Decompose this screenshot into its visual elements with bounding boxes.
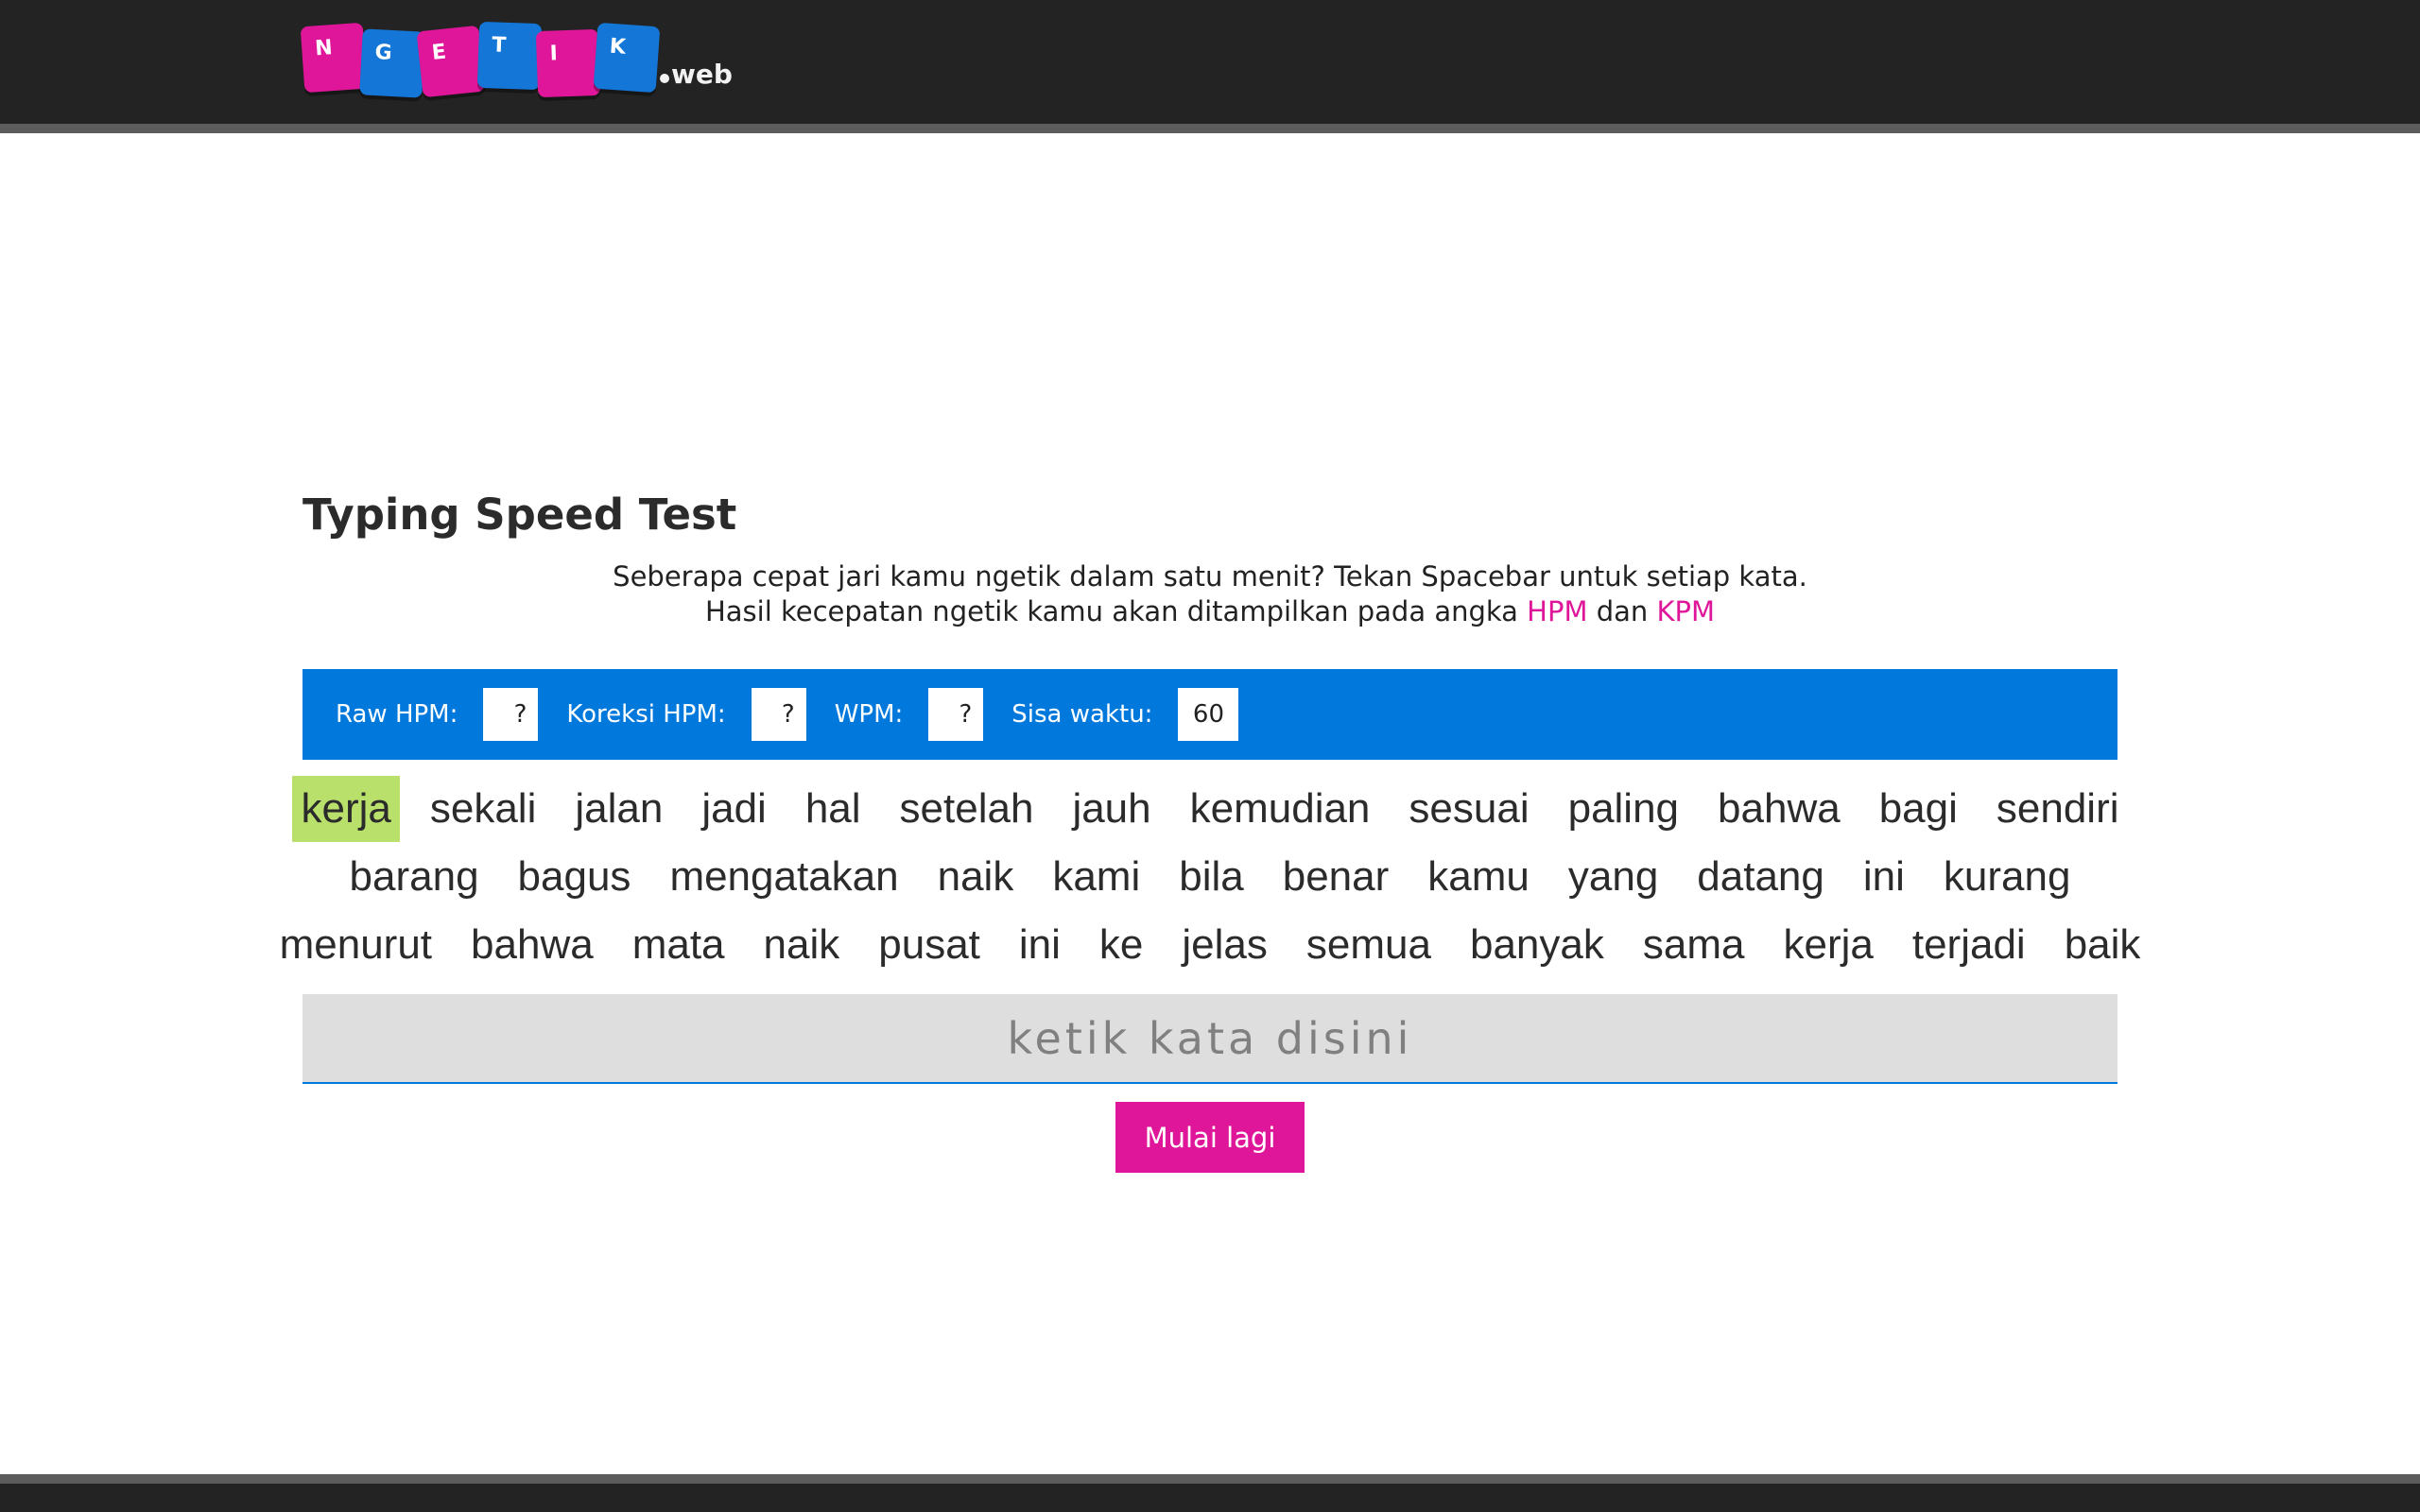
logo-key-t: T [476,21,543,91]
word: mata [631,921,725,968]
word: paling [1567,785,1680,832]
word-list: kerja sekali jalan jadi hal setelah jauh kemudi… [280,775,2141,979]
word: sama [1642,921,1745,968]
intro-text: Seberapa cepat jari kamu ngetik dalam sa… [302,559,2118,629]
header-divider [0,124,2420,133]
word: ke [1098,921,1144,968]
word: jelas [1182,921,1268,968]
word: semua [1305,921,1431,968]
word-line: menurut bahwa mata naik pusat ini ke jelas semua… [280,911,2141,979]
word: datang [1697,853,1824,900]
word: mengatakan [669,853,899,900]
sisa-waktu-value: 60 [1178,688,1239,741]
word: jauh [1072,785,1151,832]
current-word: kerja [292,776,400,842]
intro-kpm: KPM [1656,595,1716,627]
word: barang [349,853,479,900]
word: ini [1862,853,1905,900]
logo-key-n: N [300,22,368,94]
sisa-waktu-label: Sisa waktu: [1011,700,1153,729]
word: bagus [517,853,631,900]
koreksi-hpm-label: Koreksi HPM: [566,700,726,729]
word: pusat [878,921,980,968]
page-title: Typing Speed Test [302,490,737,540]
word: sesuai [1409,785,1530,832]
intro-hpm: HPM [1527,595,1588,627]
word: setelah [899,785,1034,832]
word: terjadi [1911,921,2026,968]
word: benar [1282,853,1390,900]
logo-key-k: K [593,22,661,94]
word-line: barang bagus mengatakan naik kami bila benar ka… [302,843,2118,911]
site-logo[interactable]: N G E T I K web [300,21,737,98]
word: kurang [1943,853,2071,900]
logo-key-e: E [416,25,486,98]
word: baik [2064,921,2141,968]
logo-key-i: I [535,28,601,98]
word: bila [1179,853,1244,900]
word: sendiri [1996,785,2119,832]
raw-hpm-value: ? [483,688,539,741]
restart-button[interactable]: Mulai lagi [1115,1102,1305,1173]
word: jalan [575,785,664,832]
word: sekali [429,785,537,832]
wpm-label: WPM: [834,700,904,729]
site-footer [0,1484,2420,1512]
word: naik [763,921,840,968]
word: bagi [1878,785,1958,832]
word-line: kerja sekali jalan jadi hal setelah jauh kemudi… [292,775,2119,843]
word: kemudian [1189,785,1371,832]
word: kamu [1427,853,1530,900]
word: naik [937,853,1014,900]
logo-key-g: G [359,28,425,98]
intro-line-2: Hasil kecepatan ngetik kamu akan ditampi… [302,594,2118,629]
word: ini [1018,921,1061,968]
raw-hpm-label: Raw HPM: [336,700,458,729]
word: hal [804,785,861,832]
intro-dan: dan [1596,595,1649,627]
word: bahwa [471,921,594,968]
typing-input[interactable] [302,994,2118,1082]
typing-area [302,994,2118,1084]
word: bahwa [1718,785,1841,832]
word: menurut [279,921,433,968]
stats-bar: Raw HPM: ? Koreksi HPM: ? WPM: ? Sisa wa… [302,669,2118,760]
logo-suffix-text: web [671,59,733,90]
intro-line-2-prefix: Hasil kecepatan ngetik kamu akan ditampi… [704,595,1518,627]
intro-line-1: Seberapa cepat jari kamu ngetik dalam sa… [613,560,1807,593]
footer-divider [0,1474,2420,1484]
site-header: N G E T I K web [0,0,2420,124]
word: kerja [1783,921,1874,968]
wpm-value: ? [928,688,984,741]
word: kami [1052,853,1141,900]
logo-suffix: web [660,59,733,90]
logo-dot-icon [660,74,669,83]
koreksi-hpm-value: ? [751,688,806,741]
word: yang [1567,853,1659,900]
word: jadi [701,785,767,832]
word: banyak [1469,921,1604,968]
